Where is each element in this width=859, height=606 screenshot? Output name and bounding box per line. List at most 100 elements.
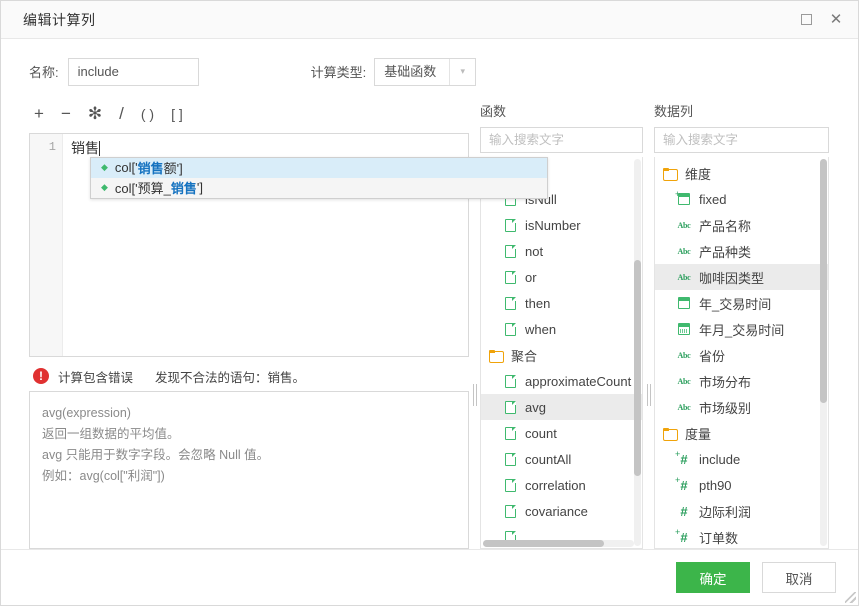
chevron-down-icon: ▾ <box>449 59 475 85</box>
column-list-item[interactable]: #+pth90 <box>655 472 828 498</box>
column-item-label: 边际利润 <box>699 502 751 521</box>
operator-brackets[interactable]: [ ] <box>171 107 183 121</box>
function-doc-icon <box>502 217 518 233</box>
column-item-label: 年_交易时间 <box>699 294 771 313</box>
operator-divide[interactable]: / <box>119 105 124 122</box>
function-item-label: not <box>525 244 543 259</box>
function-help-box: avg(expression) 返回一组数据的平均值。 avg 只能用于数字字段… <box>29 391 469 549</box>
confirm-button[interactable]: 确定 <box>676 562 750 593</box>
data-columns-list-scroll: 维度 +fixed Abc产品名称 Abc产品种类 Abc咖啡因类型 年_交易时… <box>655 157 828 548</box>
column-list-item[interactable]: Abc产品种类 <box>655 238 828 264</box>
dialog-titlebar: 编辑计算列 ✕ <box>1 1 858 39</box>
resize-handle[interactable] <box>845 592 856 603</box>
functions-search-input[interactable] <box>480 127 643 153</box>
column-list-item[interactable]: Abc市场级别 <box>655 394 828 420</box>
name-label: 名称: <box>29 62 59 81</box>
column-list-item[interactable]: +fixed <box>655 186 828 212</box>
formula-editor[interactable]: 1 销售 ◆ col['销售额'] ◆ col['预算_销售'] <box>29 133 469 358</box>
functions-panel-title: 函数 <box>480 101 643 127</box>
column-item-label: fixed <box>699 192 726 207</box>
autocomplete-popup[interactable]: ◆ col['销售额'] ◆ col['预算_销售'] <box>90 157 548 199</box>
calendar-fine-icon <box>676 321 692 337</box>
functions-list[interactable]: iif isNull isNumber not or then when 聚合 … <box>480 157 643 549</box>
name-input[interactable] <box>68 58 199 86</box>
help-line: avg(expression) <box>42 403 456 424</box>
text-abc-icon: Abc <box>676 217 692 233</box>
error-row: ! 计算包含错误 发现不合法的语句：销售。 <box>29 361 469 391</box>
column-list-item[interactable]: 年月_交易时间 <box>655 316 828 342</box>
function-group-label: 聚合 <box>511 346 537 365</box>
calendar-icon <box>676 295 692 311</box>
function-list-item[interactable]: approximateCount <box>481 368 642 394</box>
data-columns-list[interactable]: 维度 +fixed Abc产品名称 Abc产品种类 Abc咖啡因类型 年_交易时… <box>654 157 829 549</box>
function-doc-icon <box>502 373 518 389</box>
function-doc-icon <box>502 451 518 467</box>
function-group-folder[interactable]: 聚合 <box>481 342 642 368</box>
autocomplete-match: 销售 <box>171 178 197 197</box>
editor-code-text: 销售 <box>71 140 99 156</box>
functions-horizontal-scrollbar[interactable] <box>483 540 634 547</box>
function-list-item[interactable]: isNumber <box>481 212 642 238</box>
function-list-item[interactable]: when <box>481 316 642 342</box>
maximize-icon[interactable] <box>798 12 814 28</box>
help-line: 例如：avg(col["利润"]) <box>42 466 456 487</box>
function-doc-icon <box>502 243 518 259</box>
close-icon[interactable]: ✕ <box>828 12 844 28</box>
diamond-icon: ◆ <box>101 163 108 172</box>
calc-type-select[interactable]: 基础函数 ▾ <box>374 58 476 86</box>
splitter-right[interactable] <box>643 101 654 549</box>
folder-icon <box>662 425 678 441</box>
column-list-item[interactable]: #+订单数 <box>655 524 828 549</box>
function-list-item[interactable]: then <box>481 290 642 316</box>
function-list-item[interactable]: count <box>481 420 642 446</box>
text-caret <box>99 141 100 156</box>
function-list-item[interactable]: or <box>481 264 642 290</box>
operator-parentheses[interactable]: ( ) <box>141 107 154 121</box>
column-item-label: 市场分布 <box>699 372 751 391</box>
column-list-item[interactable]: 年_交易时间 <box>655 290 828 316</box>
column-item-label: include <box>699 452 740 467</box>
data-columns-vertical-scrollbar[interactable] <box>820 159 827 546</box>
column-item-label: 省份 <box>699 346 725 365</box>
number-icon: # <box>676 503 692 519</box>
folder-icon <box>488 347 504 363</box>
dialog-footer: 确定 取消 <box>1 549 858 605</box>
operator-plus[interactable]: + <box>34 105 44 122</box>
function-list-item[interactable]: covariance <box>481 498 642 524</box>
functions-vertical-scrollbar[interactable] <box>634 159 641 546</box>
function-item-label: correlation <box>525 478 586 493</box>
window-controls: ✕ <box>798 12 844 28</box>
data-columns-search-input[interactable] <box>654 127 829 153</box>
function-list-item[interactable]: correlation <box>481 472 642 498</box>
function-doc-icon <box>502 503 518 519</box>
function-item-label: avg <box>525 400 546 415</box>
function-item-label: when <box>525 322 556 337</box>
autocomplete-item[interactable]: ◆ col['销售额'] <box>91 158 547 178</box>
autocomplete-prefix: col['预算_ <box>115 178 171 197</box>
function-doc-icon <box>502 321 518 337</box>
help-line: avg 只能用于数字字段。会忽略 Null 值。 <box>42 445 456 466</box>
function-list-item[interactable]: countAll <box>481 446 642 472</box>
function-doc-icon <box>502 477 518 493</box>
operator-minus[interactable]: − <box>61 105 71 122</box>
column-item-label: 产品种类 <box>699 242 751 261</box>
column-list-item[interactable]: Abc咖啡因类型 <box>655 264 828 290</box>
dialog-body: + − ✻ / ( ) [ ] 1 销售 ◆ col['销售额'] <box>1 101 858 549</box>
error-detail: 发现不合法的语句：销售。 <box>155 367 305 386</box>
column-group-folder[interactable]: 维度 <box>655 160 828 186</box>
column-list-item[interactable]: # 边际利润 <box>655 498 828 524</box>
column-list-item[interactable]: Abc市场分布 <box>655 368 828 394</box>
operator-toolbar: + − ✻ / ( ) [ ] <box>29 101 469 127</box>
function-doc-icon <box>502 269 518 285</box>
operator-multiply[interactable]: ✻ <box>88 105 102 122</box>
autocomplete-item[interactable]: ◆ col['预算_销售'] <box>91 178 547 198</box>
column-list-item[interactable]: Abc产品名称 <box>655 212 828 238</box>
function-list-item[interactable]: not <box>481 238 642 264</box>
editor-code-line: 销售 <box>71 139 468 157</box>
column-list-item[interactable]: Abc省份 <box>655 342 828 368</box>
calc-type-label: 计算类型: <box>311 62 367 81</box>
function-list-item[interactable]: avg <box>481 394 642 420</box>
column-group-folder[interactable]: 度量 <box>655 420 828 446</box>
column-list-item[interactable]: #+include <box>655 446 828 472</box>
cancel-button[interactable]: 取消 <box>762 562 836 593</box>
